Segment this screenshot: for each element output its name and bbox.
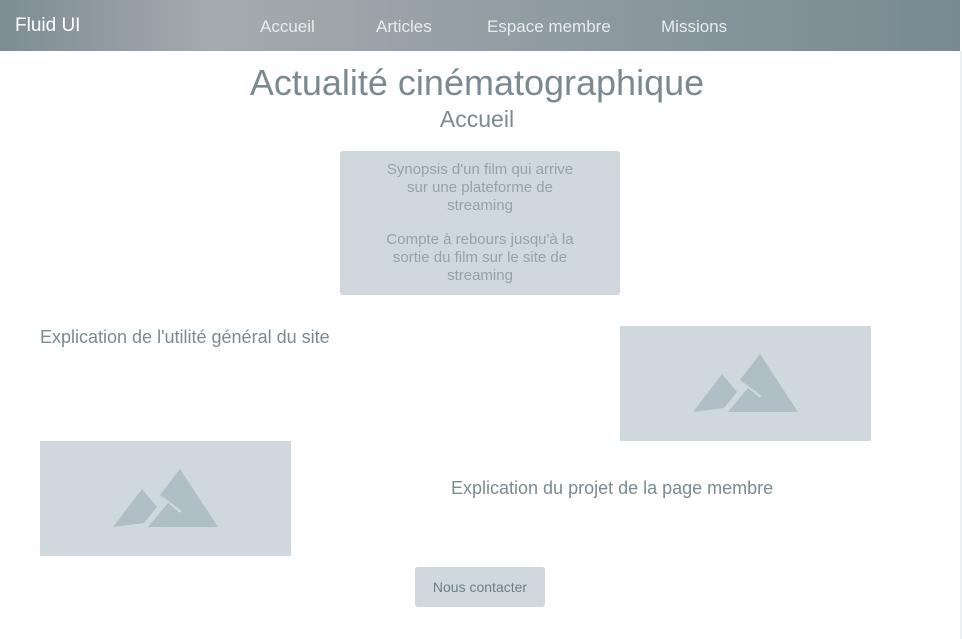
top-navbar: Fluid UI Accueil Articles Espace membre … — [0, 0, 960, 51]
nav-item-accueil[interactable]: Accueil — [260, 17, 315, 37]
image-placeholder-icon — [113, 469, 218, 527]
page-subtitle: Accueil — [439, 106, 515, 132]
countdown-text: Compte à rebours jusqu'à la sortie du fi… — [386, 231, 574, 284]
brand-logo[interactable]: Fluid UI — [15, 15, 80, 37]
image-placeholder-right — [620, 326, 871, 441]
nav-item-missions[interactable]: Missions — [661, 17, 727, 37]
contact-button[interactable]: Nous contacter — [415, 567, 545, 607]
hero-card: Synopsis d'un film qui arrive sur une pl… — [340, 151, 620, 295]
nav-item-articles[interactable]: Articles — [376, 17, 432, 37]
page-title: Actualité cinématographique — [249, 62, 705, 103]
synopsis-text: Synopsis d'un film qui arrive sur une pl… — [386, 161, 574, 214]
nav-item-espace-membre[interactable]: Espace membre — [487, 17, 611, 37]
image-placeholder-left — [40, 441, 291, 556]
site-purpose-text: Explication de l'utilité général du site — [40, 327, 330, 347]
image-placeholder-icon — [693, 354, 798, 412]
member-project-text: Explication du projet de la page membre — [451, 478, 774, 498]
